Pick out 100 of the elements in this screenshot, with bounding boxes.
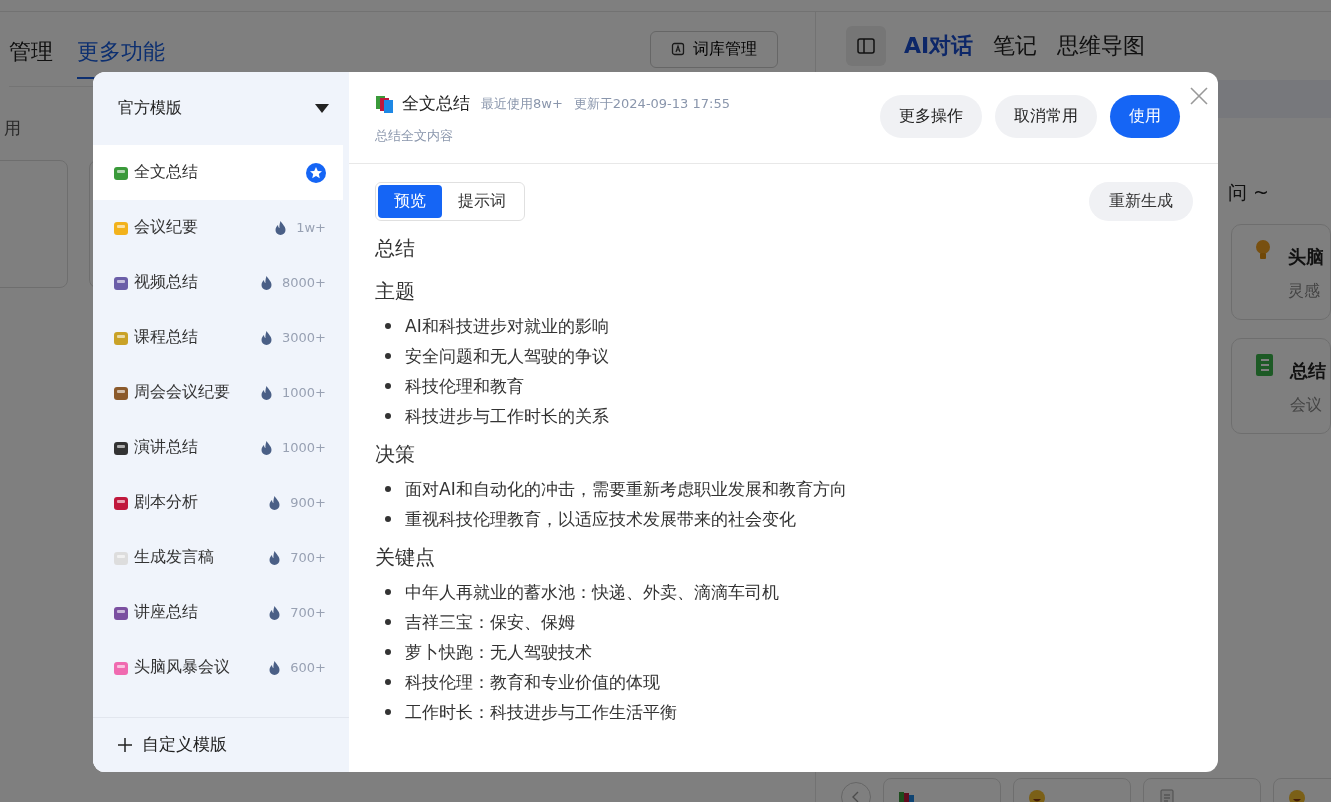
document-icon [1158,789,1176,802]
template-name: 课程总结 [134,327,198,348]
template-item[interactable]: 讲座总结 700+ [93,585,343,640]
template-name: 周会会议纪要 [134,382,230,403]
bullet-dot [385,323,391,329]
prompt-hint: 问 ~ [1228,180,1270,205]
bullet-dot [385,383,391,389]
tab[interactable]: 笔记 [993,31,1038,61]
sidebar-icon [857,38,875,54]
tab[interactable]: 管理 [9,19,53,79]
bullet-dot [385,649,391,655]
bullet-dot [385,709,391,715]
usage-count: 600+ [290,660,326,675]
flame-icon [261,275,272,290]
bullet-item: 重视科技伦理教育，以适应技术发展带来的社会变化 [405,508,796,531]
template-item[interactable]: 会议纪要 1w+ [93,200,343,255]
flame-icon [269,660,281,675]
template-name: 讲座总结 [134,602,198,623]
usage-count: 1000+ [282,440,326,455]
view-tab[interactable]: 预览 [378,185,442,218]
bullet-dot [385,413,391,419]
template-item[interactable]: 演讲总结 1000+ [93,420,343,475]
feature-card[interactable]: 头脑 灵感 [1231,224,1331,320]
template-item[interactable]: 视频总结 8000+ [93,255,343,310]
card-title: 头脑 [1288,245,1324,269]
flame-icon [261,330,272,345]
bullet-item: 面对AI和自动化的冲击，需要重新考虑职业发展和教育方向 [405,478,847,501]
bullet-dot [385,516,391,522]
flame-icon [261,440,272,455]
usage-count: 700+ [290,605,326,620]
flame-icon [269,550,281,565]
bullet-item: 吉祥三宝：保安、保姆 [405,611,575,634]
bullet-item: 安全问题和无人驾驶的争议 [405,345,609,368]
template-name: 演讲总结 [134,437,198,458]
template-description: 总结全文内容 [375,127,454,145]
notebook-icon [1254,353,1274,377]
recent-usage: 最近使用8w+ [481,94,563,113]
smiley-icon [1028,789,1046,802]
action-button[interactable]: 使用 [1110,95,1180,138]
bullet-item: 科技进步与工作时长的关系 [405,405,609,428]
flame-icon [275,220,287,235]
close-icon [1190,87,1208,105]
bullet-dot [385,619,391,625]
card-title: 总结 [1290,359,1326,383]
bullet-item: 工作时长：科技进步与工作生活平衡 [405,701,677,724]
card-subtitle: 会议 [1290,395,1323,416]
bullet-dot [385,679,391,685]
regenerate-button[interactable]: 重新生成 [1089,182,1193,221]
action-button[interactable]: 更多操作 [880,95,982,138]
template-name: 会议纪要 [134,217,198,238]
bullet-item: 科技伦理：教育和专业价值的体现 [405,671,660,694]
section-heading: 主题 [375,278,416,305]
sidebar-toggle-button[interactable] [846,26,886,66]
custom-template-button[interactable]: 自定义模版 [93,717,349,772]
usage-count: 1w+ [296,220,326,235]
section-label: 用 [4,117,21,140]
usage-count: 1000+ [282,385,326,400]
flame-icon [261,385,272,400]
action-button[interactable]: 取消常用 [995,95,1097,138]
preview-title: 总结 [375,235,416,262]
usage-count: 700+ [290,550,326,565]
section-heading: 决策 [375,441,416,468]
bullet-item: 萝卜快跑：无人驾驶技术 [405,641,592,664]
update-time: 更新于2024-09-13 17:55 [573,94,730,113]
template-item[interactable]: 剧本分析 900+ [93,475,343,530]
template-name: 全文总结 [134,162,198,183]
books-icon [375,93,395,114]
chevron-left-icon [851,791,861,802]
dropdown-caret-icon [315,104,329,113]
template-item[interactable]: 生成发言稿 700+ [93,530,343,585]
template-item[interactable]: 周会会议纪要 1000+ [93,365,343,420]
template-item[interactable]: 头脑风暴会议 600+ [93,640,343,695]
dictionary-icon [671,42,685,56]
smiley-icon [1288,789,1306,802]
bullet-item: 中年人再就业的蓄水池：快递、外卖、滴滴车司机 [405,581,779,604]
section-heading: 关键点 [375,544,436,571]
template-name: 生成发言稿 [134,547,214,568]
lexicon-button[interactable]: 词库管理 [650,30,778,68]
view-tab[interactable]: 提示词 [442,185,522,218]
tab[interactable]: 思维导图 [1057,31,1146,61]
bullet-dot [385,486,391,492]
template-title: 全文总结 [402,92,470,115]
template-name: 剧本分析 [134,492,198,513]
template-name: 头脑风暴会议 [134,657,230,678]
usage-count: 8000+ [282,275,326,290]
template-item[interactable]: 全文总结 [93,145,343,200]
flame-icon [269,495,281,510]
feature-card[interactable]: 总结 会议 [1231,338,1331,434]
card-subtitle: 灵感 [1288,281,1321,302]
template-name: 视频总结 [134,272,198,293]
plus-icon [118,737,132,752]
books-icon [898,789,916,802]
bullet-dot [385,589,391,595]
bullet-dot [385,353,391,359]
bullet-item: 科技伦理和教育 [405,375,524,398]
usage-count: 900+ [290,495,326,510]
flame-icon [269,605,281,620]
usage-count: 3000+ [282,330,326,345]
template-item[interactable]: 课程总结 3000+ [93,310,343,365]
bullet-item: AI和科技进步对就业的影响 [405,315,609,338]
